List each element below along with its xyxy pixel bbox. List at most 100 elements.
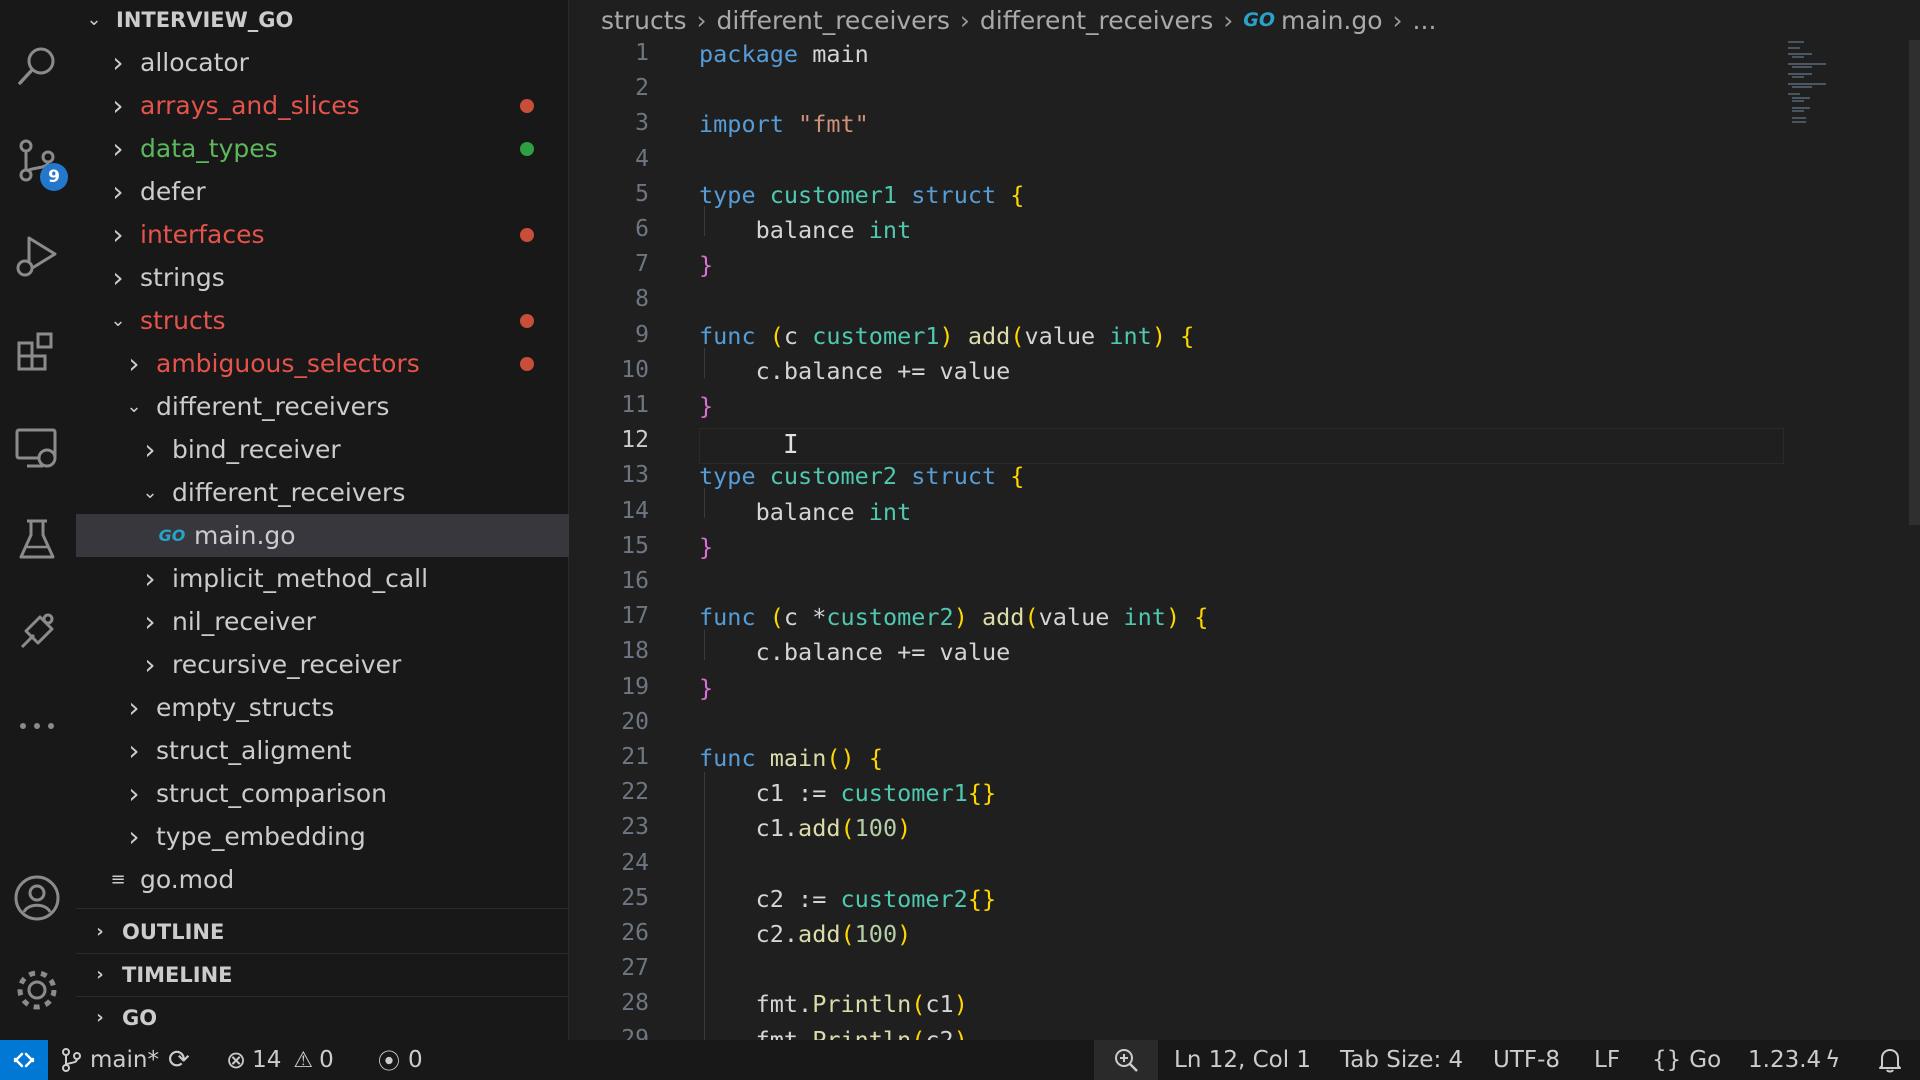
folder-structs[interactable]: ⌄ structs: [76, 299, 598, 342]
folder-data-types[interactable]: › data_types: [76, 127, 598, 170]
more-icon[interactable]: [7, 696, 67, 756]
folder-interfaces[interactable]: › interfaces: [76, 213, 598, 256]
code-line[interactable]: func (c *customer2) add(value int) {: [699, 603, 1208, 631]
folder-strings[interactable]: › strings: [76, 256, 598, 299]
code-line[interactable]: c2.add(100): [699, 920, 912, 948]
chevron-down-icon: ⌄: [110, 310, 126, 331]
folder-defer[interactable]: › defer: [76, 170, 598, 213]
code-line[interactable]: func (c customer1) add(value int) {: [699, 322, 1194, 350]
tab-size[interactable]: Tab Size: 4: [1340, 1040, 1463, 1080]
language-mode[interactable]: {} Go: [1652, 1040, 1721, 1080]
breadcrumb-item[interactable]: structs: [601, 6, 687, 35]
minimap[interactable]: [1786, 38, 1846, 128]
end-of-line[interactable]: LF: [1594, 1040, 1620, 1080]
extensions-icon[interactable]: [7, 322, 67, 382]
code-line[interactable]: }: [699, 392, 713, 420]
tree-item-label: struct_comparison: [156, 779, 387, 808]
chevron-right-icon: ›: [112, 218, 124, 251]
line-number: 5: [635, 180, 649, 207]
problems-indicator[interactable]: ⊗ 14 ⚠ 0: [226, 1040, 334, 1080]
testing-flask-icon[interactable]: [7, 510, 67, 570]
account-icon[interactable]: [7, 868, 67, 928]
go-section[interactable]: › GO: [76, 996, 580, 1039]
gear-icon[interactable]: [7, 960, 67, 1020]
line-number: 15: [621, 532, 649, 559]
breadcrumb: structs › different_receivers › differen…: [601, 2, 1436, 38]
line-number: 9: [635, 321, 649, 348]
code-line[interactable]: }: [699, 533, 713, 561]
remote-icon: [13, 1052, 35, 1068]
code-line[interactable]: package main: [699, 40, 869, 68]
go-version[interactable]: 1.23.4 ϟ: [1748, 1040, 1840, 1080]
breadcrumb-item[interactable]: main.go: [1281, 6, 1383, 35]
line-number: 20: [621, 708, 649, 735]
folder-recursive-receiver[interactable]: › recursive_receiver: [76, 643, 630, 686]
vertical-scrollbar[interactable]: [1909, 40, 1920, 525]
code-line[interactable]: c1.add(100): [699, 814, 912, 842]
code-line[interactable]: c.balance += value: [699, 638, 1011, 666]
ports-indicator[interactable]: ⦿ 0: [378, 1040, 423, 1080]
code-line[interactable]: c1 := customer1{}: [699, 779, 997, 807]
file-go-mod[interactable]: ≡ go.mod: [76, 858, 598, 901]
code-line[interactable]: fmt.Println(c1): [699, 990, 968, 1018]
timeline-section[interactable]: › TIMELINE: [76, 953, 580, 996]
code-line[interactable]: fmt.Println(c2): [699, 1026, 968, 1040]
folder-ambiguous-selectors[interactable]: › ambiguous_selectors: [76, 342, 614, 385]
code-line[interactable]: c.balance += value: [699, 357, 1011, 385]
code-line[interactable]: balance int: [699, 498, 912, 526]
folder-type-embedding[interactable]: › type_embedding: [76, 815, 614, 858]
chevron-right-icon: ›: [96, 964, 104, 985]
breadcrumb-item[interactable]: ...: [1413, 6, 1437, 35]
breadcrumb-item[interactable]: different_receivers: [980, 6, 1213, 35]
line-number: 3: [635, 110, 649, 137]
folder-struct-aligment[interactable]: › struct_aligment: [76, 729, 614, 772]
status-bar: main* ⟳ ⊗ 14 ⚠ 0 ⦿ 0 Ln 12, Col 1 Tab Si…: [0, 1040, 1920, 1080]
cursor-position[interactable]: Ln 12, Col 1: [1174, 1040, 1311, 1080]
line-number: 17: [621, 603, 649, 630]
code-line[interactable]: func main() {: [699, 744, 883, 772]
code-line[interactable]: balance int: [699, 216, 912, 244]
folder-empty-structs[interactable]: › empty_structs: [76, 686, 614, 729]
code-line[interactable]: type customer1 struct {: [699, 181, 1024, 209]
notifications-bell-icon[interactable]: [1878, 1040, 1902, 1080]
go-file-icon: GO: [158, 526, 186, 545]
line-number: 25: [621, 884, 649, 911]
code-line[interactable]: c2 := customer2{}: [699, 885, 997, 913]
folder-nil-receiver[interactable]: › nil_receiver: [76, 600, 630, 643]
explorer-root[interactable]: ⌄ INTERVIEW_GO: [76, 0, 574, 41]
outline-section[interactable]: › OUTLINE: [76, 910, 580, 953]
postman-icon[interactable]: [7, 602, 67, 662]
run-debug-icon[interactable]: [7, 226, 67, 286]
file-main-go[interactable]: GO main.go: [76, 514, 646, 557]
code-line[interactable]: type customer2 struct {: [699, 462, 1024, 490]
remote-explorer-icon[interactable]: [7, 418, 67, 478]
search-icon[interactable]: [7, 36, 67, 96]
tree-item-label: go.mod: [140, 865, 235, 894]
encoding[interactable]: UTF-8: [1493, 1040, 1560, 1080]
zoom-button[interactable]: [1094, 1040, 1158, 1080]
code-line[interactable]: }: [699, 251, 713, 279]
branch-indicator[interactable]: main*: [60, 1040, 159, 1080]
code-line[interactable]: import "fmt": [699, 110, 869, 138]
editor[interactable]: structs › different_receivers › differen…: [569, 0, 1920, 1040]
line-number: 21: [621, 744, 649, 770]
folder-struct-comparison[interactable]: › struct_comparison: [76, 772, 614, 815]
folder-bind-receiver[interactable]: › bind_receiver: [76, 428, 630, 471]
line-number: 24: [621, 849, 649, 876]
folder-implicit-method-call[interactable]: › implicit_method_call: [76, 557, 630, 600]
folder-different-receivers[interactable]: ⌄ different_receivers: [76, 385, 614, 428]
folder-allocator[interactable]: › allocator: [76, 41, 598, 84]
code-line[interactable]: }: [699, 674, 713, 702]
folder-different-receivers-inner[interactable]: ⌄ different_receivers: [76, 471, 630, 514]
go-file-icon: GO: [1243, 9, 1275, 31]
chevron-right-icon: ›: [112, 132, 124, 165]
source-control-icon[interactable]: 9: [7, 130, 68, 191]
tree-item-label: type_embedding: [156, 822, 366, 851]
sync-button[interactable]: ⟳: [168, 1040, 190, 1080]
folder-arrays-and-slices[interactable]: › arrays_and_slices: [76, 84, 598, 127]
chevron-right-icon: ›: [959, 5, 970, 35]
chevron-right-icon: ›: [128, 777, 140, 810]
breadcrumb-item[interactable]: different_receivers: [717, 6, 950, 35]
remote-indicator[interactable]: [0, 1040, 48, 1080]
chevron-right-icon: ›: [128, 347, 140, 380]
